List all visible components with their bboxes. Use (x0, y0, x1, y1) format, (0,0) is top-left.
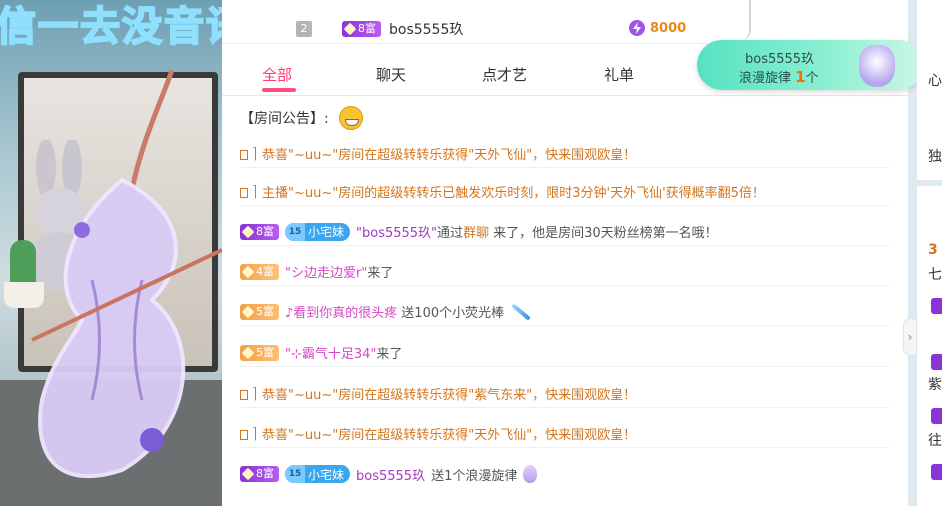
violin-gift-icon (523, 465, 538, 483)
chat-message: 4富 "シ边走边爱r" 来了 (240, 258, 890, 286)
system-message-text: 恭喜"~uu~"房间在超级转转乐获得"天外飞仙"，快来围观欧皇！ (262, 428, 637, 443)
gift-popup-user: bos5555玖 (745, 52, 815, 67)
fan-club-badge[interactable]: 15 小宅妹 (285, 222, 351, 241)
horn-icon (240, 386, 258, 401)
active-tab-indicator (262, 88, 296, 92)
horn-icon (240, 184, 258, 199)
video-stream[interactable]: 信一去没音讯 (0, 0, 222, 506)
message-text: 来了，他是房间30天粉丝榜第一名哦！ (493, 226, 718, 241)
wealth-badge: 5富 (240, 344, 279, 361)
system-message-text: 主播"~uu~"房间的超级转转乐已触发欢乐时刻，限时3分钟'天外飞仙'获得概率翻… (262, 186, 765, 201)
violin-gift-animation (31, 69, 222, 479)
horn-icon (240, 426, 258, 441)
right-sidebar-text: 往 (928, 433, 942, 449)
fan-level: 15 (285, 222, 305, 241)
tab-talent[interactable]: 点才艺 (482, 64, 527, 85)
lightstick-gift-icon (511, 302, 531, 321)
right-sidebar-text: 七 (928, 267, 942, 283)
rank-user-name[interactable]: bos5555玖 (389, 19, 463, 39)
gift-popup-thread (735, 0, 751, 40)
user-name[interactable]: "⊹霸气十足34" (285, 343, 376, 362)
gift-popup-detail: 浪漫旋律 1个 (739, 67, 819, 86)
rank-value-text: 8000 (650, 20, 687, 36)
collapse-sidebar-button[interactable]: › (903, 318, 917, 356)
message-text: 送100个小荧光棒 (401, 306, 505, 321)
tab-gift-list[interactable]: 礼单 (604, 64, 634, 85)
rank-number: 2 (296, 21, 312, 37)
group-chat-link[interactable]: 群聊 (463, 222, 489, 241)
message-text: 来了 (376, 347, 403, 362)
chat-message: 5富 ♪看到你真的很头疼 送100个小荧光棒 (240, 298, 890, 326)
chat-message: 主播"~uu~"房间的超级转转乐已触发欢乐时刻，限时3分钟'天外飞仙'获得概率翻… (240, 178, 890, 206)
wealth-badge: 4富 (240, 263, 279, 280)
wealth-badge-partial (931, 354, 942, 370)
user-name[interactable]: "シ边走边爱r" (285, 262, 367, 281)
chat-message: 8富 15 小宅妹 bos5555玖 送1个浪漫旋律 (240, 460, 890, 488)
room-notice-label: 【房间公告】: (240, 111, 329, 127)
right-sidebar-text: 独 (928, 149, 942, 165)
user-name[interactable]: "bos5555玖" (356, 222, 437, 241)
rank-value: 8000 (628, 19, 686, 37)
right-sidebar-text: 紫 (928, 377, 942, 393)
stream-caption: 信一去没音讯 (0, 3, 222, 51)
user-name[interactable]: ♪看到你真的很头疼 (285, 302, 397, 321)
violin-gift-icon (859, 45, 895, 87)
fan-club-name: 小宅妹 (308, 467, 345, 482)
message-text: 送1个浪漫旋律 (431, 468, 518, 484)
gift-popup-gift: 浪漫旋律 (739, 71, 792, 86)
tab-chat[interactable]: 聊天 (376, 64, 406, 85)
chat-message: 5富 "⊹霸气十足34" 来了 (240, 339, 890, 367)
grin-emoji-icon (338, 106, 363, 130)
chat-message: 8富 15 小宅妹 "bos5555玖" 通过 群聊 来了，他是房间30天粉丝榜… (240, 218, 890, 246)
wealth-badge: 8富 (240, 223, 279, 240)
right-sidebar-text: 心 (928, 73, 942, 89)
fan-club-badge[interactable]: 15 小宅妹 (285, 465, 351, 483)
wealth-badge: 5富 (240, 303, 279, 320)
system-message-text: 恭喜"~uu~"房间在超级转转乐获得"天外飞仙"，快来围观欧皇！ (262, 148, 637, 163)
fan-rank-list: 2 8富 bos5555玖 8000 (222, 0, 908, 44)
gift-popup-unit: 个 (805, 71, 819, 86)
chat-message: 恭喜"~uu~"房间在超级转转乐获得"紫气东来"，快来围观欧皇！ (240, 380, 890, 408)
message-prefix: 通过 (437, 226, 464, 241)
gift-popup-count: 1 (795, 68, 806, 86)
wealth-badge-partial (931, 408, 942, 424)
fan-club-name: 小宅妹 (308, 225, 345, 239)
fan-level: 15 (285, 465, 305, 483)
message-text: 来了 (367, 266, 394, 281)
gift-popup: bos5555玖 浪漫旋律 1个 (697, 40, 923, 90)
wealth-badge-partial (931, 298, 942, 314)
tab-all[interactable]: 全部 (262, 64, 292, 85)
chat-message: 恭喜"~uu~"房间在超级转转乐获得"天外飞仙"，快来围观欧皇！ (240, 420, 890, 448)
wealth-badge: 8富 (342, 21, 381, 37)
lightning-coin-icon (629, 20, 645, 36)
room-notice: 【房间公告】: (240, 106, 363, 130)
system-message-text: 恭喜"~uu~"房间在超级转转乐获得"紫气东来"，快来围观欧皇！ (262, 388, 637, 403)
wealth-badge: 8富 (240, 466, 279, 482)
right-sidebar-text: 3 (928, 242, 938, 258)
wealth-badge-partial (931, 464, 942, 480)
right-sidebar-divider (916, 180, 942, 186)
user-name[interactable]: bos5555玖 (356, 465, 425, 484)
rank-row[interactable]: 2 8富 bos5555玖 (296, 17, 463, 41)
chat-message: 恭喜"~uu~"房间在超级转转乐获得"天外飞仙"，快来围观欧皇！ (240, 140, 890, 168)
horn-icon (240, 146, 258, 161)
chevron-right-icon: › (907, 330, 913, 344)
